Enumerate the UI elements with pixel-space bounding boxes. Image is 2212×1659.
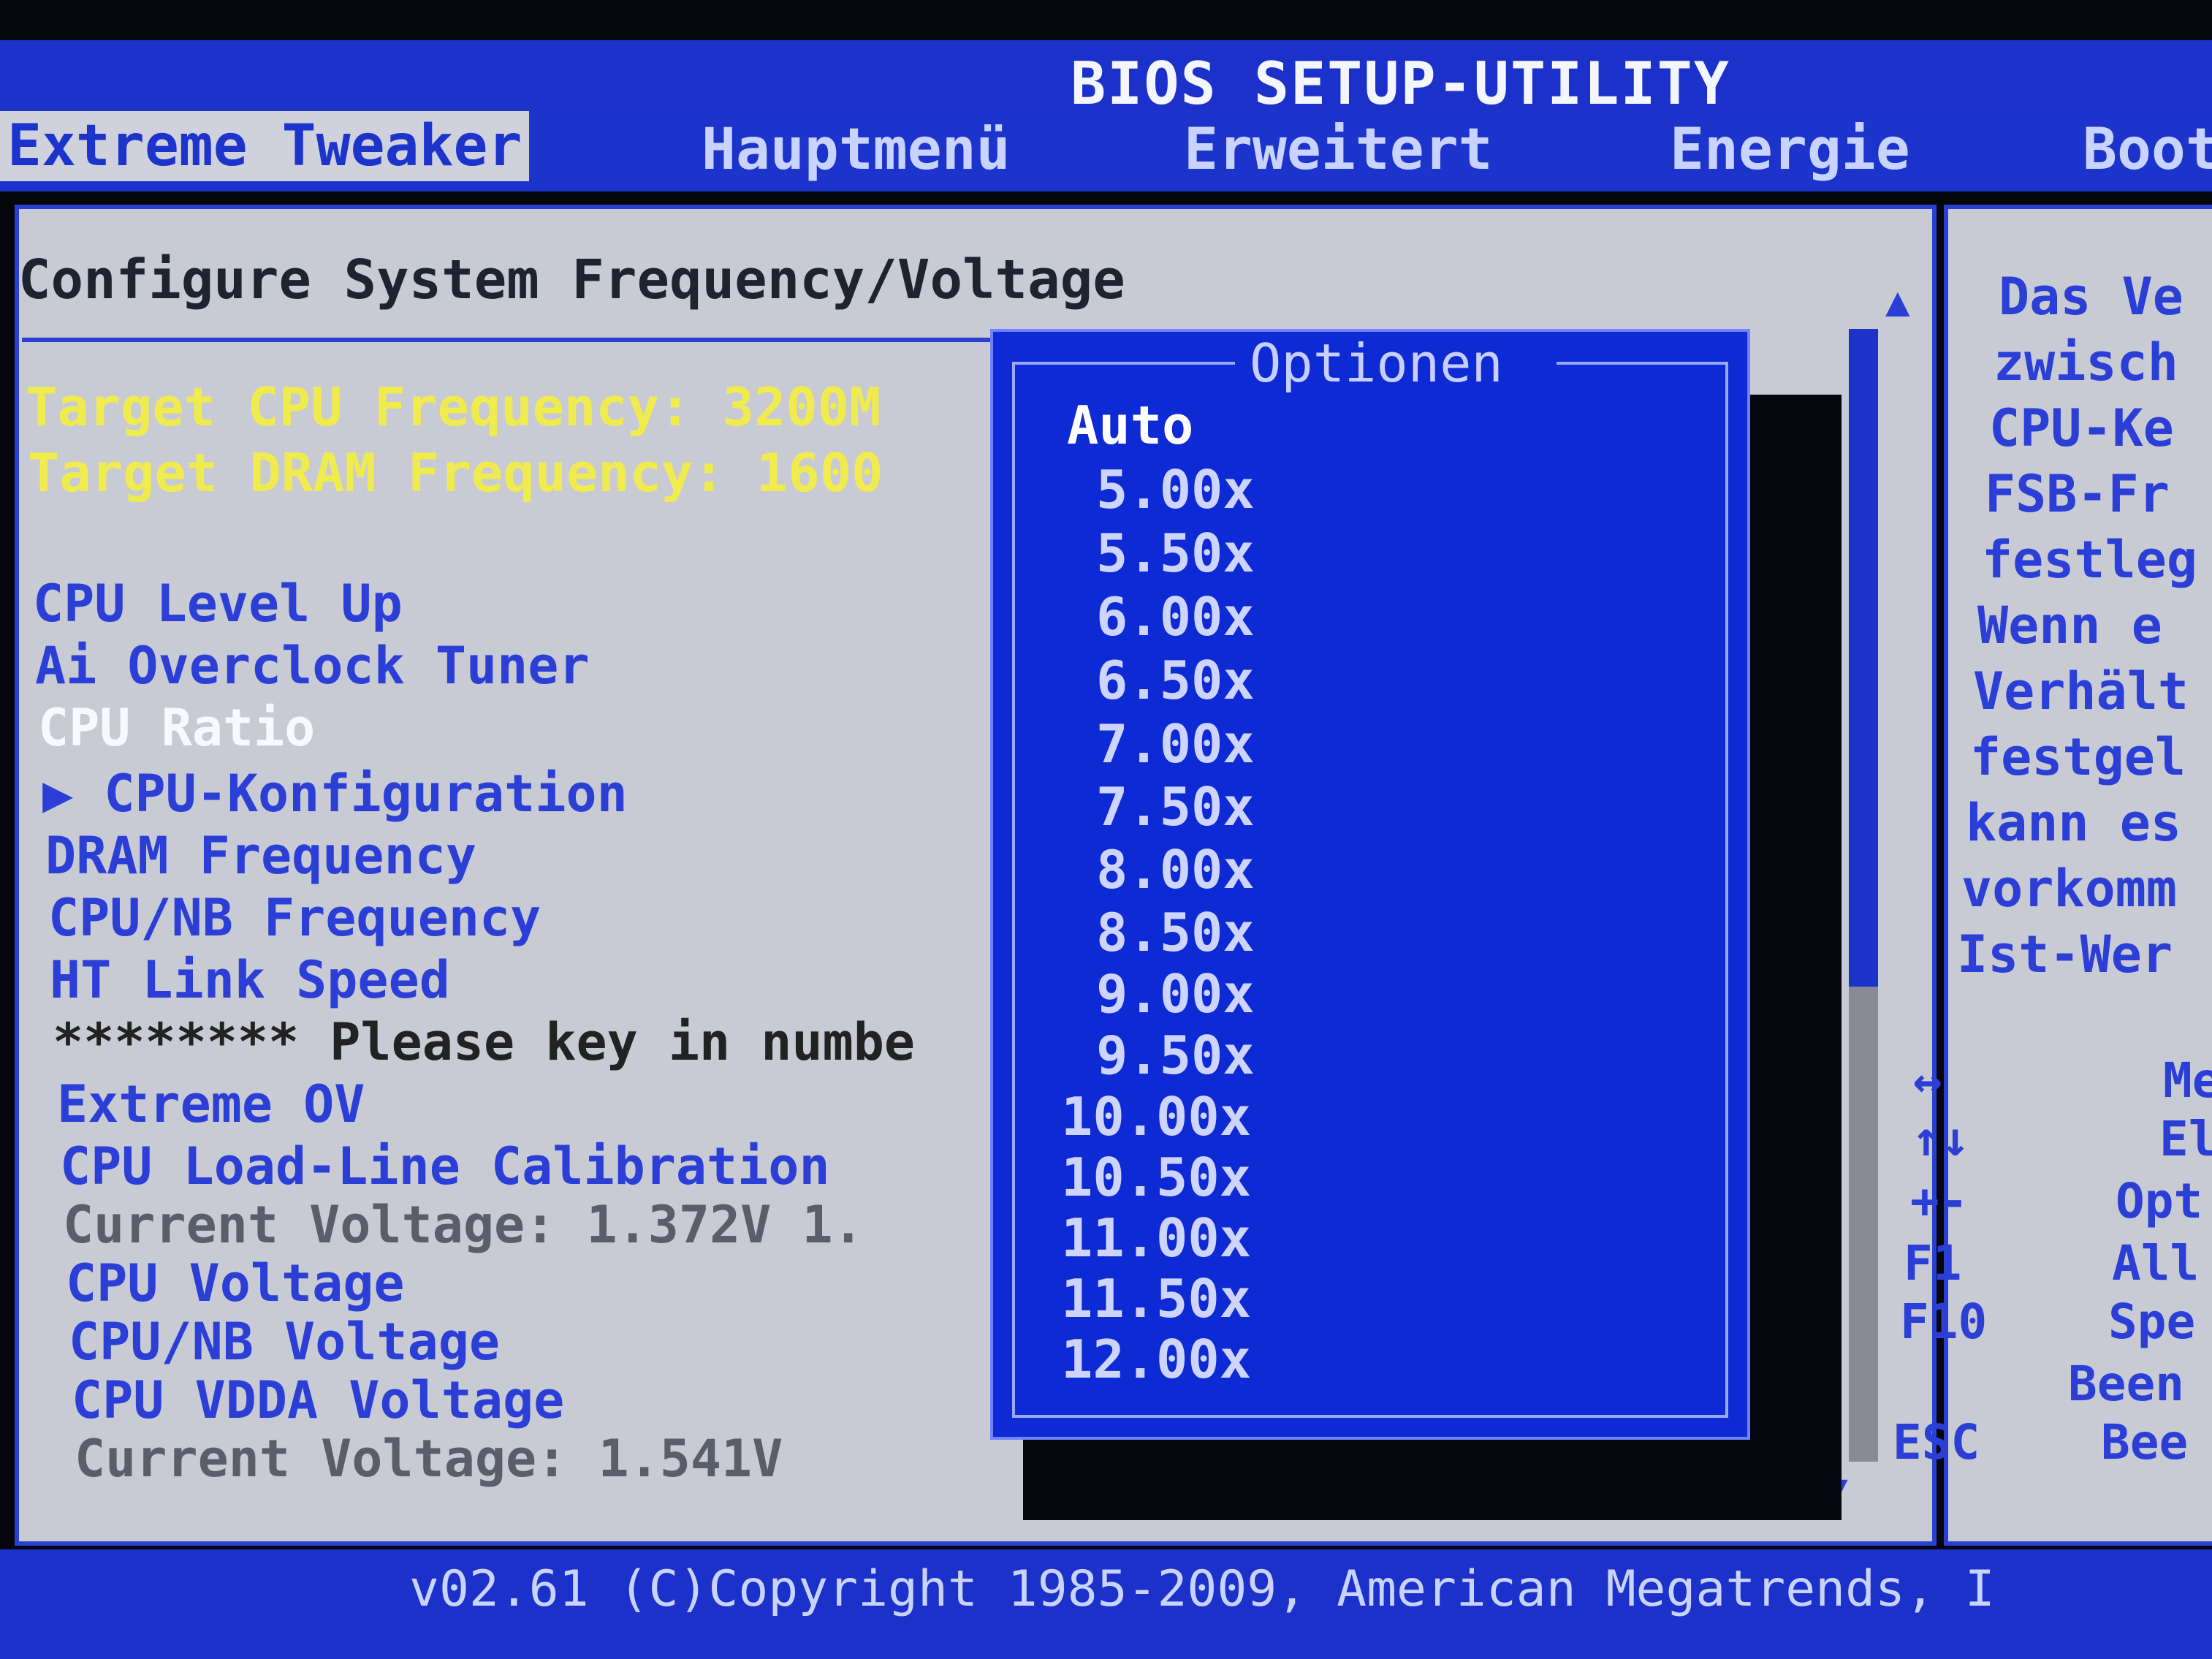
- key-left-right-icon: ↔: [1913, 1052, 1942, 1109]
- screen-top-edge: [0, 0, 2212, 40]
- option-5-00x[interactable]: 5.00x: [1096, 459, 1255, 520]
- item-dram-frequency[interactable]: DRAM Frequency: [45, 826, 476, 886]
- key-plus-minus: +-: [1910, 1173, 1969, 1229]
- help-text-line: Das Ve: [1999, 267, 2184, 327]
- option-5-50x[interactable]: 5.50x: [1096, 523, 1255, 584]
- option-auto[interactable]: Auto: [1067, 395, 1193, 456]
- help-text-line: vorkomm: [1961, 859, 2178, 919]
- section-title: Configure System Frequency/Voltage: [18, 248, 1125, 311]
- item-cpu-nb-frequency[interactable]: CPU/NB Frequency: [48, 888, 541, 948]
- option-6-50x[interactable]: 6.50x: [1096, 650, 1255, 711]
- help-text-line: festleg: [1982, 530, 2198, 590]
- help-text-line: Wenn e: [1977, 596, 2162, 656]
- key-desc: Spe: [2108, 1294, 2196, 1350]
- tab-hauptmenue[interactable]: Hauptmenü: [702, 117, 1011, 183]
- item-cpu-voltage[interactable]: CPU Voltage: [66, 1253, 405, 1313]
- help-text-line: Ist-Wer: [1957, 925, 2173, 984]
- app-title: BIOS SETUP-UTILITY: [1071, 50, 1730, 118]
- item-cpu-konfiguration[interactable]: ▶ CPU-Konfiguration: [42, 764, 628, 824]
- option-6-00x[interactable]: 6.00x: [1096, 586, 1255, 648]
- tab-extreme-tweaker[interactable]: Extreme Tweaker: [0, 111, 530, 181]
- key-up-down-icon: ↑↓: [1912, 1111, 1970, 1167]
- current-voltage-cpu: Current Voltage: 1.372V 1.: [63, 1195, 864, 1255]
- tab-energie[interactable]: Energie: [1670, 117, 1910, 183]
- key-esc: ESC: [1893, 1414, 1980, 1470]
- item-ai-overclock-tuner[interactable]: Ai Overclock Tuner: [35, 636, 590, 696]
- help-text-line: FSB-Fr: [1985, 464, 2170, 524]
- option-11-50x[interactable]: 11.50x: [1061, 1268, 1251, 1329]
- help-text-line: Verhält: [1973, 661, 2189, 721]
- key-desc: Opt: [2116, 1173, 2203, 1229]
- item-cpu-vdda-voltage[interactable]: CPU VDDA Voltage: [72, 1370, 564, 1430]
- current-voltage-vdda: Current Voltage: 1.541V: [75, 1429, 783, 1489]
- key-f10: F10: [1900, 1294, 1988, 1350]
- key-f1: F1: [1904, 1235, 1962, 1291]
- help-text-line: festgel: [1970, 727, 2186, 787]
- option-10-50x[interactable]: 10.50x: [1061, 1147, 1251, 1208]
- item-cpu-level-up[interactable]: CPU Level Up: [33, 574, 403, 634]
- key-desc: All: [2112, 1235, 2200, 1291]
- help-text-line: CPU-Ke: [1989, 398, 2174, 458]
- popup-title: Optionen: [1250, 333, 1503, 394]
- item-cpu-ratio[interactable]: CPU Ratio: [38, 698, 315, 758]
- tab-erweitert[interactable]: Erweitert: [1184, 117, 1493, 183]
- option-7-50x[interactable]: 7.50x: [1096, 776, 1255, 838]
- item-cpu-load-line-calibration[interactable]: CPU Load-Line Calibration: [60, 1136, 830, 1196]
- item-cpu-konfiguration-label: CPU-Konfiguration: [104, 764, 628, 824]
- help-text-line: zwisch: [1994, 333, 2178, 392]
- option-11-00x[interactable]: 11.00x: [1061, 1207, 1251, 1269]
- target-dram-frequency: Target DRAM Frequency: 1600: [28, 442, 883, 504]
- option-9-00x[interactable]: 9.00x: [1096, 963, 1255, 1025]
- submenu-arrow-icon: ▶: [42, 764, 74, 824]
- option-10-00x[interactable]: 10.00x: [1061, 1086, 1251, 1147]
- target-cpu-frequency: Target CPU Frequency: 3200M: [26, 376, 881, 438]
- option-7-00x[interactable]: 7.00x: [1096, 713, 1255, 775]
- section-divider: [22, 338, 1001, 342]
- item-extreme-ov[interactable]: Extreme OV: [57, 1074, 365, 1134]
- key-desc: Bee: [2101, 1414, 2189, 1470]
- option-8-50x[interactable]: 8.50x: [1096, 902, 1255, 963]
- numeric-entry-hint: ******** Please key in numbe: [53, 1012, 916, 1072]
- scrollbar-thumb[interactable]: [1849, 329, 1878, 987]
- key-desc: Me: [2163, 1052, 2212, 1109]
- key-desc: Been: [2068, 1356, 2184, 1412]
- help-text-line: kann es: [1966, 793, 2182, 853]
- item-cpu-nb-voltage[interactable]: CPU/NB Voltage: [69, 1312, 500, 1372]
- option-8-00x[interactable]: 8.00x: [1096, 839, 1255, 900]
- tab-boot[interactable]: Boot: [2083, 117, 2212, 183]
- scroll-up-icon[interactable]: ▲: [1885, 278, 1910, 325]
- key-desc: El: [2159, 1111, 2212, 1167]
- item-ht-link-speed[interactable]: HT Link Speed: [50, 950, 450, 1010]
- option-9-50x[interactable]: 9.50x: [1096, 1025, 1255, 1086]
- copyright-text: v02.61 (C)Copyright 1985-2009, American …: [409, 1560, 1995, 1618]
- option-12-00x[interactable]: 12.00x: [1061, 1329, 1251, 1390]
